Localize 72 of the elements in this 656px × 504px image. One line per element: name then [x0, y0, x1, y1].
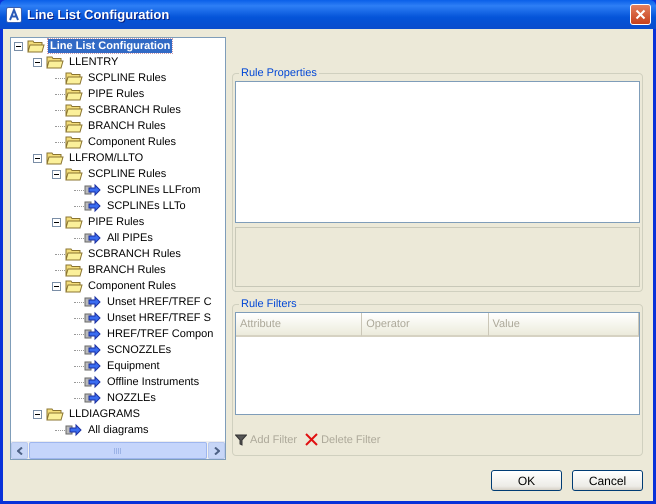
- arrow-icon: [84, 183, 102, 197]
- tree-item[interactable]: SCPLINE Rules: [86, 167, 168, 181]
- tree-item[interactable]: LLDIAGRAMS: [67, 407, 142, 421]
- folder-icon: [65, 215, 83, 229]
- folder-icon: [46, 55, 64, 69]
- group-title: Rule Properties: [240, 67, 318, 79]
- app-icon: [6, 6, 22, 22]
- folder-icon: [65, 71, 83, 85]
- arrow-icon: [84, 359, 102, 373]
- folder-icon: [65, 167, 83, 181]
- tree-item[interactable]: Offline Instruments: [105, 375, 202, 389]
- arrow-icon: [84, 231, 102, 245]
- group-title: Rule Filters: [240, 298, 298, 310]
- tree-item[interactable]: HREF/TREF Compon: [105, 327, 216, 341]
- scroll-thumb[interactable]: [29, 442, 207, 459]
- folder-icon: [65, 263, 83, 277]
- tree-item[interactable]: Component Rules: [86, 135, 178, 149]
- tree-item[interactable]: SCNOZZLEs: [105, 343, 174, 357]
- tree-item[interactable]: All PIPEs: [105, 231, 155, 245]
- collapse-icon[interactable]: [14, 42, 23, 50]
- dialog-button[interactable]: OK: [491, 470, 562, 491]
- tree-item[interactable]: Unset HREF/TREF C: [105, 295, 214, 309]
- arrow-icon: [84, 327, 102, 341]
- folder-icon: [65, 103, 83, 117]
- folder-icon: [46, 151, 64, 165]
- arrow-icon: [84, 391, 102, 405]
- collapse-icon[interactable]: [33, 410, 42, 418]
- tree-item[interactable]: PIPE Rules: [86, 87, 146, 101]
- collapse-icon[interactable]: [52, 170, 61, 178]
- tree-item[interactable]: SCPLINEs LLFrom: [105, 183, 203, 197]
- close-button[interactable]: [630, 4, 651, 25]
- tree-item[interactable]: PIPE Rules: [86, 215, 146, 229]
- tree-item[interactable]: SCPLINE Rules: [86, 71, 168, 85]
- cross-icon: [305, 433, 318, 446]
- arrow-icon: [84, 295, 102, 309]
- close-icon: [635, 9, 646, 20]
- arrow-icon: [84, 199, 102, 213]
- arrow-icon: [65, 423, 83, 437]
- tree-item[interactable]: SCPLINEs LLTo: [105, 199, 188, 213]
- folder-icon: [46, 407, 64, 421]
- collapse-icon[interactable]: [33, 58, 42, 66]
- tree-item[interactable]: SCBRANCH Rules: [86, 103, 183, 117]
- folder-icon: [65, 135, 83, 149]
- collapse-icon[interactable]: [52, 282, 61, 290]
- arrow-icon: [84, 343, 102, 357]
- tree-item[interactable]: Unset HREF/TREF S: [105, 311, 213, 325]
- scroll-right-button[interactable]: [208, 442, 225, 459]
- tree-item[interactable]: LLENTRY: [67, 55, 120, 69]
- arrow-icon: [84, 311, 102, 325]
- grip-icon: [114, 448, 122, 454]
- tree-item[interactable]: NOZZLEs: [105, 391, 158, 405]
- window-title: Line List Configuration: [27, 7, 170, 22]
- tree-item[interactable]: SCBRANCH Rules: [86, 247, 183, 261]
- collapse-icon[interactable]: [52, 218, 61, 226]
- arrow-icon: [84, 375, 102, 389]
- dialog-button[interactable]: Cancel: [572, 470, 643, 491]
- folder-icon: [65, 119, 83, 133]
- horizontal-scrollbar[interactable]: [11, 441, 225, 459]
- collapse-icon[interactable]: [33, 154, 42, 162]
- folder-icon: [27, 39, 45, 53]
- tree-item[interactable]: BRANCH Rules: [86, 263, 168, 277]
- folder-icon: [65, 279, 83, 293]
- folder-icon: [65, 247, 83, 261]
- scroll-left-button[interactable]: [11, 442, 28, 459]
- tree-item[interactable]: All diagrams: [86, 423, 151, 437]
- funnel-icon: [235, 434, 247, 446]
- tree-item[interactable]: BRANCH Rules: [86, 119, 168, 133]
- tree-item[interactable]: Component Rules: [86, 279, 178, 293]
- tree-item[interactable]: Equipment: [105, 359, 162, 373]
- tree-item[interactable]: LLFROM/LLTO: [67, 151, 146, 165]
- folder-icon: [65, 87, 83, 101]
- tree-item[interactable]: Line List Configuration: [48, 39, 172, 53]
